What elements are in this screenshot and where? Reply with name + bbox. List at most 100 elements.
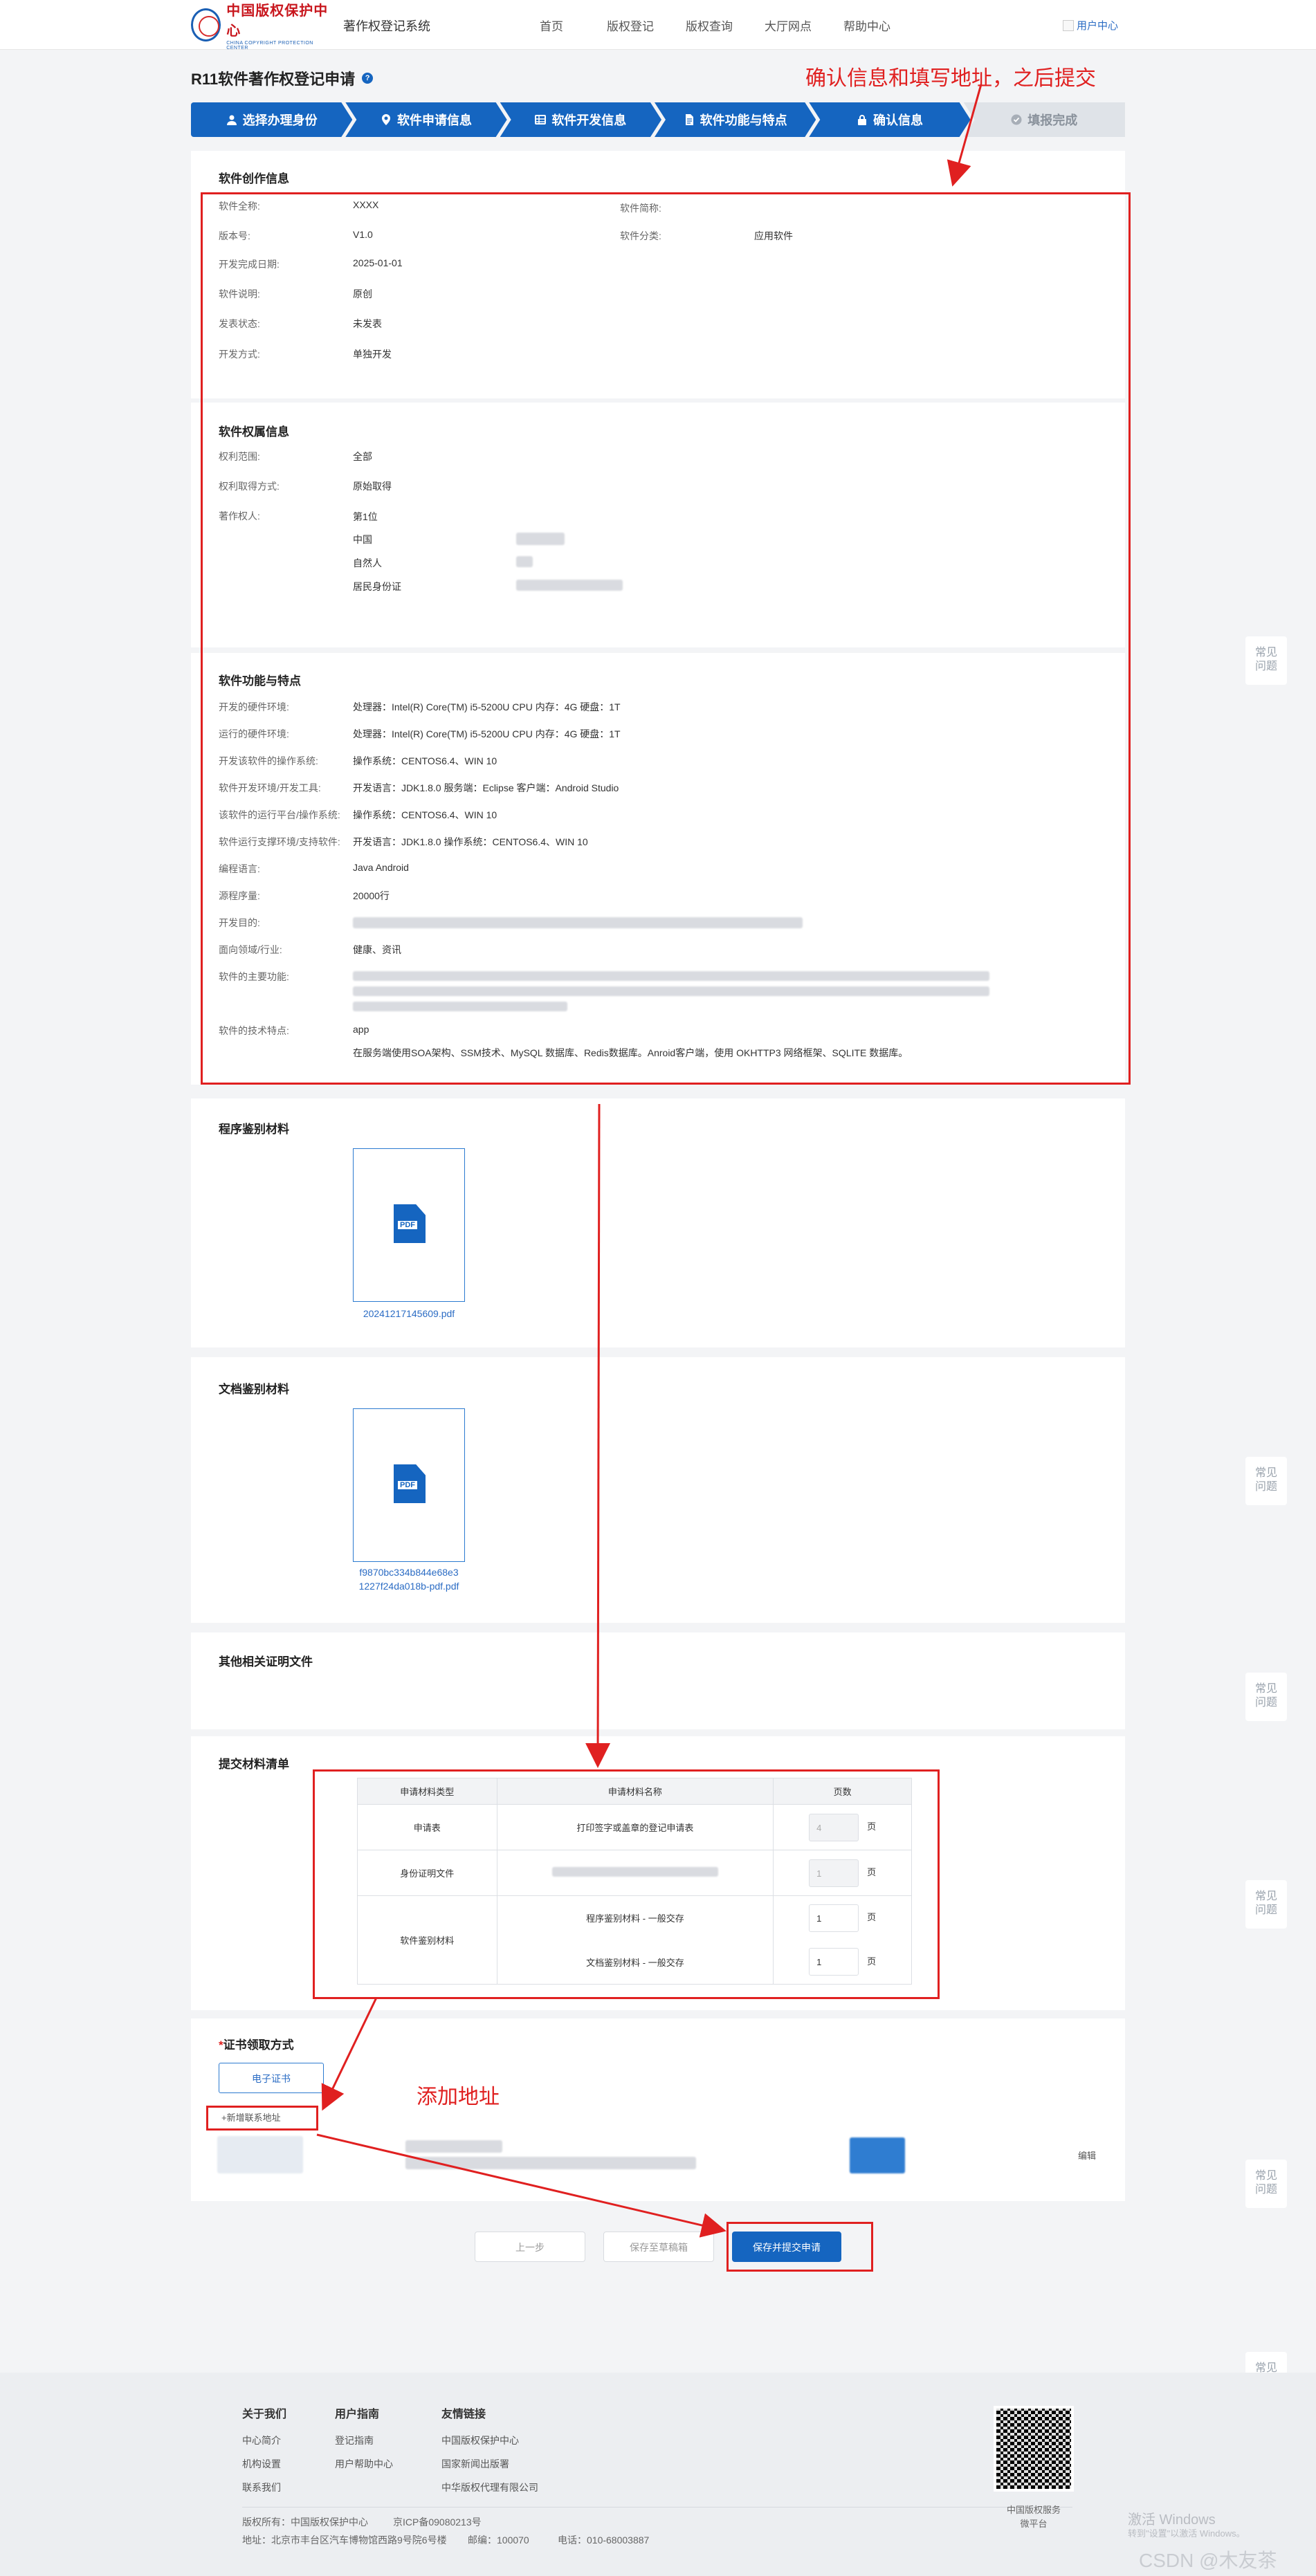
nav-halls[interactable]: 大厅网点	[749, 17, 828, 34]
address-phone-redacted	[405, 2140, 502, 2153]
top-header: 中国版权保护中心 CHINA COPYRIGHT PROTECTION CENT…	[0, 0, 1316, 50]
program-file-name[interactable]: 20241217145609.pdf	[353, 1307, 465, 1321]
help-icon[interactable]: ?	[362, 73, 374, 84]
faq-widget[interactable]: 常见 问题	[1245, 1673, 1287, 1721]
footer-link[interactable]: 中心简介	[242, 2434, 286, 2447]
person-icon	[226, 114, 237, 125]
address-tag-redacted	[850, 2137, 905, 2173]
footer-copyright: 版权所有：中国版权保护中心	[242, 2517, 368, 2528]
doc-file-name-line1[interactable]: f9870bc334b844e68e3	[353, 1566, 465, 1579]
location-pin-icon	[381, 114, 392, 125]
footer-col-title: 友情链接	[441, 2409, 486, 2420]
footer-link[interactable]: 登记指南	[335, 2434, 393, 2447]
electronic-cert-option[interactable]: 电子证书	[219, 2063, 324, 2093]
annotation-box-submit	[726, 2222, 873, 2272]
step-label: 软件申请信息	[396, 113, 472, 127]
footer-address: 地址：北京市丰台区汽车博物馆西路9号院6号楼	[242, 2534, 447, 2546]
step-application-info[interactable]: 软件申请信息	[345, 102, 506, 137]
section-title: 其他相关证明文件	[219, 1655, 313, 1668]
logo-name-cn: 中国版权保护中心	[226, 3, 329, 39]
doc-file-card[interactable]: PDF	[353, 1408, 465, 1562]
qr-caption-line2: 微平台	[1020, 2519, 1048, 2529]
step-dev-info[interactable]: 软件开发信息	[500, 102, 661, 137]
footer-divider	[242, 2507, 1072, 2508]
section-title: 提交材料清单	[219, 1758, 289, 1771]
section-title: 软件创作信息	[219, 172, 289, 185]
faq-label: 常见 问题	[1254, 1467, 1277, 1493]
pdf-file-icon: PDF	[394, 1464, 426, 1503]
footer-icp[interactable]: 京ICP备09080213号	[393, 2515, 482, 2529]
main-nav: 首页 版权登记 版权查询 大厅网点 帮助中心	[512, 17, 906, 34]
nav-home[interactable]: 首页	[512, 17, 591, 34]
footer-link[interactable]: 用户帮助中心	[335, 2457, 393, 2471]
footer-links: 友情链接 中国版权保护中心 国家新闻出版署 中华版权代理有限公司	[441, 2404, 538, 2504]
user-center-link[interactable]: 用户中心	[1063, 18, 1118, 33]
step-features[interactable]: 软件功能与特点	[655, 102, 816, 137]
grid-icon	[535, 114, 546, 125]
step-label: 填报完成	[1027, 113, 1078, 127]
footer-link[interactable]: 中国版权保护中心	[441, 2434, 538, 2447]
footer-col-title: 用户指南	[335, 2409, 380, 2420]
prev-button[interactable]: 上一步	[475, 2232, 585, 2262]
step-complete: 填报完成	[963, 102, 1125, 137]
faq-label: 常见 问题	[1254, 1683, 1277, 1709]
step-select-identity[interactable]: 选择办理身份	[191, 102, 352, 137]
site-logo[interactable]: 中国版权保护中心 CHINA COPYRIGHT PROTECTION CENT…	[191, 3, 329, 50]
edit-address-link[interactable]: 编辑	[1078, 2149, 1096, 2162]
footer-about: 关于我们 中心简介 机构设置 联系我们	[242, 2404, 286, 2504]
nav-query[interactable]: 版权查询	[670, 17, 749, 34]
faq-label: 常见 问题	[1254, 1890, 1277, 1916]
program-file-card[interactable]: PDF	[353, 1148, 465, 1302]
address-name-redacted	[217, 2136, 303, 2173]
wechat-qr-code	[994, 2406, 1074, 2492]
faq-widget[interactable]: 常见 问题	[1245, 636, 1287, 685]
section-title: 文档鉴别材料	[219, 1383, 289, 1396]
site-footer: 关于我们 中心简介 机构设置 联系我们 用户指南 登记指南 用户帮助中心 友情链…	[0, 2373, 1316, 2576]
section-title: 程序鉴别材料	[219, 1123, 289, 1136]
page-title-text: R11软件著作权登记申请	[191, 71, 356, 88]
faq-label: 常见 问题	[1254, 647, 1277, 672]
footer-link[interactable]: 中华版权代理有限公司	[441, 2481, 538, 2494]
cert-title: 证书领取方式	[223, 2039, 294, 2052]
system-name: 著作权登记系统	[343, 19, 430, 33]
logo-emblem-icon	[191, 8, 221, 42]
user-avatar-icon	[1063, 19, 1074, 31]
nav-help[interactable]: 帮助中心	[828, 17, 906, 34]
footer-link[interactable]: 国家新闻出版署	[441, 2457, 538, 2471]
user-center-label: 用户中心	[1077, 20, 1119, 32]
faq-widget[interactable]: 常见 问题	[1245, 2160, 1287, 2208]
doc-file-name-line2[interactable]: 1227f24da018b-pdf.pdf	[353, 1580, 465, 1593]
windows-activation-title: 激活 Windows	[1128, 2512, 1216, 2528]
annotation-box-info	[201, 192, 1131, 1085]
annotation-address: 添加地址	[417, 2085, 500, 2109]
annotation-top: 确认信息和填写地址，之后提交	[805, 66, 1096, 91]
check-circle-icon	[1011, 114, 1022, 125]
nav-register[interactable]: 版权登记	[591, 17, 670, 34]
step-confirm[interactable]: 确认信息	[809, 102, 970, 137]
pdf-file-icon: PDF	[394, 1204, 426, 1243]
footer-link[interactable]: 机构设置	[242, 2457, 286, 2471]
step-label: 软件开发信息	[551, 113, 627, 127]
footer-col-title: 关于我们	[242, 2409, 287, 2420]
lock-icon	[857, 114, 868, 125]
address-detail-redacted	[405, 2157, 696, 2169]
step-label: 选择办理身份	[242, 113, 318, 127]
other-docs-section: 其他相关证明文件	[191, 1632, 1125, 1729]
annotation-box-table	[313, 1769, 940, 1999]
section-title: *证书领取方式	[219, 2035, 294, 2052]
footer-phone: 电话：010-68003887	[558, 2534, 650, 2546]
faq-widget[interactable]: 常见 问题	[1245, 1880, 1287, 1929]
annotation-box-add-address	[206, 2106, 318, 2131]
footer-guide: 用户指南 登记指南 用户帮助中心	[335, 2404, 393, 2481]
qr-caption-line1: 中国版权服务	[1006, 2505, 1061, 2515]
required-mark: *	[219, 2039, 223, 2052]
footer-postcode: 邮编：100070	[468, 2534, 529, 2546]
faq-widget[interactable]: 常见 问题	[1245, 1457, 1287, 1505]
footer-link[interactable]: 联系我们	[242, 2481, 286, 2494]
progress-steps: 选择办理身份 软件申请信息 软件开发信息 软件功能与特点 确认信息 填报完成	[191, 102, 1125, 137]
save-draft-button[interactable]: 保存至草稿箱	[603, 2232, 714, 2262]
csdn-watermark: CSDN @木友茶	[1139, 2550, 1277, 2571]
windows-activation-hint: 转到"设置"以激活 Windows。	[1128, 2528, 1245, 2539]
certificate-section: *证书领取方式 电子证书 +新增联系地址 编辑	[191, 2018, 1125, 2201]
step-label: 软件功能与特点	[700, 113, 787, 127]
